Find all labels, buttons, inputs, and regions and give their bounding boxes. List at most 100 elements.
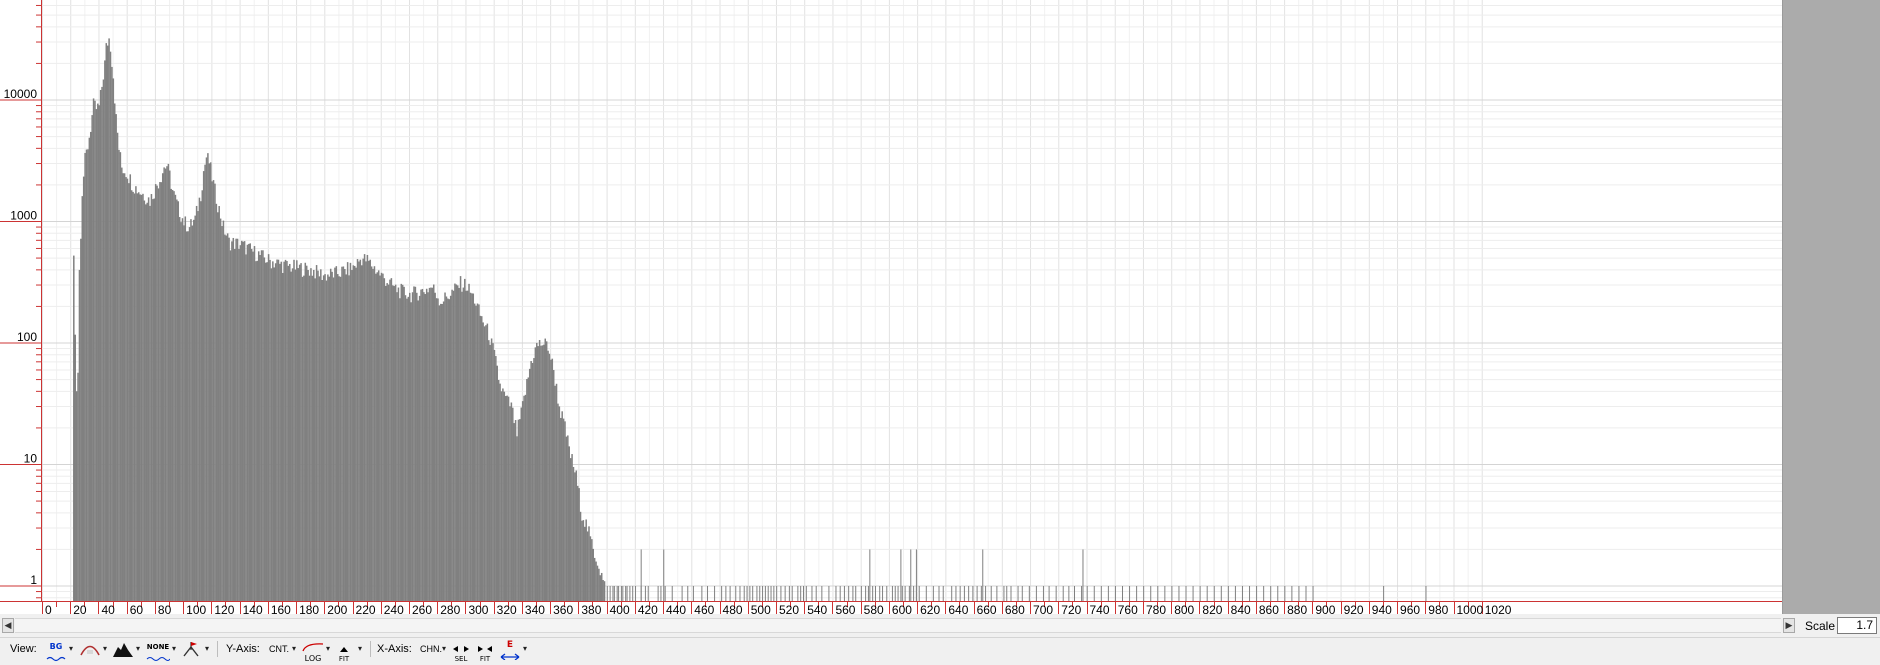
histogram-bar xyxy=(434,292,436,601)
x-axis-energy-dropdown[interactable]: ▾ xyxy=(523,644,527,660)
histogram-bar xyxy=(257,251,260,601)
y-axis-fit-button[interactable]: FIT xyxy=(336,641,352,663)
histogram-bar xyxy=(517,419,520,601)
histogram-bar xyxy=(588,526,590,601)
histogram-bar xyxy=(296,260,298,601)
histogram-bar xyxy=(512,407,514,601)
x-tick-label: 480 xyxy=(723,603,743,614)
histogram-bar xyxy=(211,181,213,601)
y-axis-fit-dropdown[interactable]: ▾ xyxy=(358,644,362,660)
scroll-track[interactable] xyxy=(15,618,1781,633)
histogram-bar xyxy=(490,338,493,601)
histogram-bar xyxy=(418,295,421,601)
histogram-bar xyxy=(376,272,379,601)
none-icon: NONE xyxy=(146,643,170,651)
y-axis-cnt-dropdown[interactable]: ▾ xyxy=(292,644,296,660)
histogram-bar xyxy=(113,103,116,601)
histogram-bar xyxy=(390,278,393,601)
fit-icon-label: FIT xyxy=(338,655,350,663)
histogram-bar xyxy=(432,284,435,601)
histogram-bar xyxy=(389,279,391,601)
histogram-bar xyxy=(84,152,86,601)
histogram-bar xyxy=(146,202,148,601)
bg-wave-icon xyxy=(46,656,66,662)
histogram-bar xyxy=(403,286,405,601)
histogram-bar xyxy=(521,401,524,601)
histogram-bar xyxy=(530,361,532,601)
histogram-bar xyxy=(396,292,398,601)
histogram-bar xyxy=(119,152,122,602)
histogram-bar xyxy=(111,66,113,602)
histogram-bar xyxy=(452,290,455,601)
histogram-bar xyxy=(483,326,486,601)
scroll-left-arrow-icon[interactable]: ◀ xyxy=(2,618,14,633)
histogram-bar xyxy=(136,193,139,601)
histogram-bar xyxy=(560,417,562,601)
histogram-bar xyxy=(222,220,225,602)
x-axis-fit-button[interactable]: FIT xyxy=(476,641,494,663)
histogram-bar xyxy=(289,263,291,601)
x-tick-label: 360 xyxy=(553,603,573,614)
histogram-bar xyxy=(291,268,294,601)
marker-dropdown[interactable]: ▾ xyxy=(205,644,209,660)
y-axis-cnt-button[interactable]: CNT. xyxy=(269,644,289,660)
histogram-bar xyxy=(386,283,388,601)
peak-fit-icon[interactable] xyxy=(79,641,101,657)
histogram-bar xyxy=(202,171,205,601)
histogram-bar xyxy=(531,362,534,601)
histogram-bar xyxy=(209,162,212,601)
view-bg-dropdown[interactable]: ▾ xyxy=(69,644,73,660)
histogram-bar xyxy=(101,86,103,601)
x-axis-chn-button[interactable]: CHN. xyxy=(420,644,442,660)
peak-fit-dropdown[interactable]: ▾ xyxy=(103,644,107,660)
histogram-bar xyxy=(492,343,494,601)
histogram-bar xyxy=(125,177,127,601)
histogram-bar xyxy=(595,561,597,601)
x-tick-label: 100 xyxy=(186,603,206,614)
histogram-bar xyxy=(496,365,499,601)
histogram-bar xyxy=(226,233,229,602)
spectrum-plot-area[interactable]: 0 20 40 60 80 100 120 140 160 180 200 220 240 260 280 3… xyxy=(0,0,1782,614)
marker-flag-icon[interactable] xyxy=(181,641,201,657)
none-wave-icon xyxy=(146,657,171,661)
histogram-bar xyxy=(514,420,517,601)
histogram-fill-icon[interactable] xyxy=(113,641,133,657)
view-label: View: xyxy=(10,643,37,655)
x-tick-label: 0 xyxy=(45,603,52,614)
y-axis-log-button[interactable]: LOG xyxy=(302,641,324,663)
histogram-bar xyxy=(411,292,414,601)
histogram-bar xyxy=(298,264,301,601)
histogram-bar xyxy=(397,287,400,601)
histogram-bar xyxy=(578,488,580,601)
histogram-bar xyxy=(519,419,521,601)
scale-input[interactable]: 1.7 xyxy=(1837,617,1877,634)
view-bg-button[interactable]: BG xyxy=(46,641,66,662)
view-none-dropdown[interactable]: ▾ xyxy=(172,644,176,660)
histogram-bar xyxy=(228,237,230,602)
y-axis-log-dropdown[interactable]: ▾ xyxy=(326,644,330,660)
histogram-bar xyxy=(121,167,123,601)
x-axis-chn-dropdown[interactable]: ▾ xyxy=(442,644,446,660)
histogram-bar xyxy=(603,581,606,601)
spectrum-chart: 0 20 40 60 80 100 120 140 160 180 200 220 240 260 280 3… xyxy=(0,0,1782,614)
histogram-bar xyxy=(190,219,192,601)
histogram-bar xyxy=(239,245,242,601)
histogram-bar xyxy=(266,262,268,601)
histogram-fill-dropdown[interactable]: ▾ xyxy=(136,644,140,660)
histogram-bar xyxy=(255,261,257,601)
histogram-bar xyxy=(585,519,587,601)
chart-bars xyxy=(73,38,1427,602)
histogram-bar xyxy=(555,383,558,601)
histogram-bar xyxy=(317,270,319,601)
x-tick-label: 240 xyxy=(384,603,404,614)
horizontal-scrollbar[interactable]: ◀ ▶ Scale 1.7 xyxy=(0,615,1880,637)
histogram-bar xyxy=(334,267,336,601)
y-tick-label: 1000 xyxy=(10,209,37,223)
x-axis-energy-button[interactable]: E xyxy=(500,641,520,661)
histogram-bar xyxy=(260,250,263,601)
view-none-button[interactable]: NONE xyxy=(146,641,171,661)
histogram-bar xyxy=(214,183,216,601)
x-axis-sel-button[interactable]: SEL xyxy=(452,641,470,663)
x-tick-label: 600 xyxy=(892,603,912,614)
scroll-right-arrow-icon[interactable]: ▶ xyxy=(1783,618,1795,633)
